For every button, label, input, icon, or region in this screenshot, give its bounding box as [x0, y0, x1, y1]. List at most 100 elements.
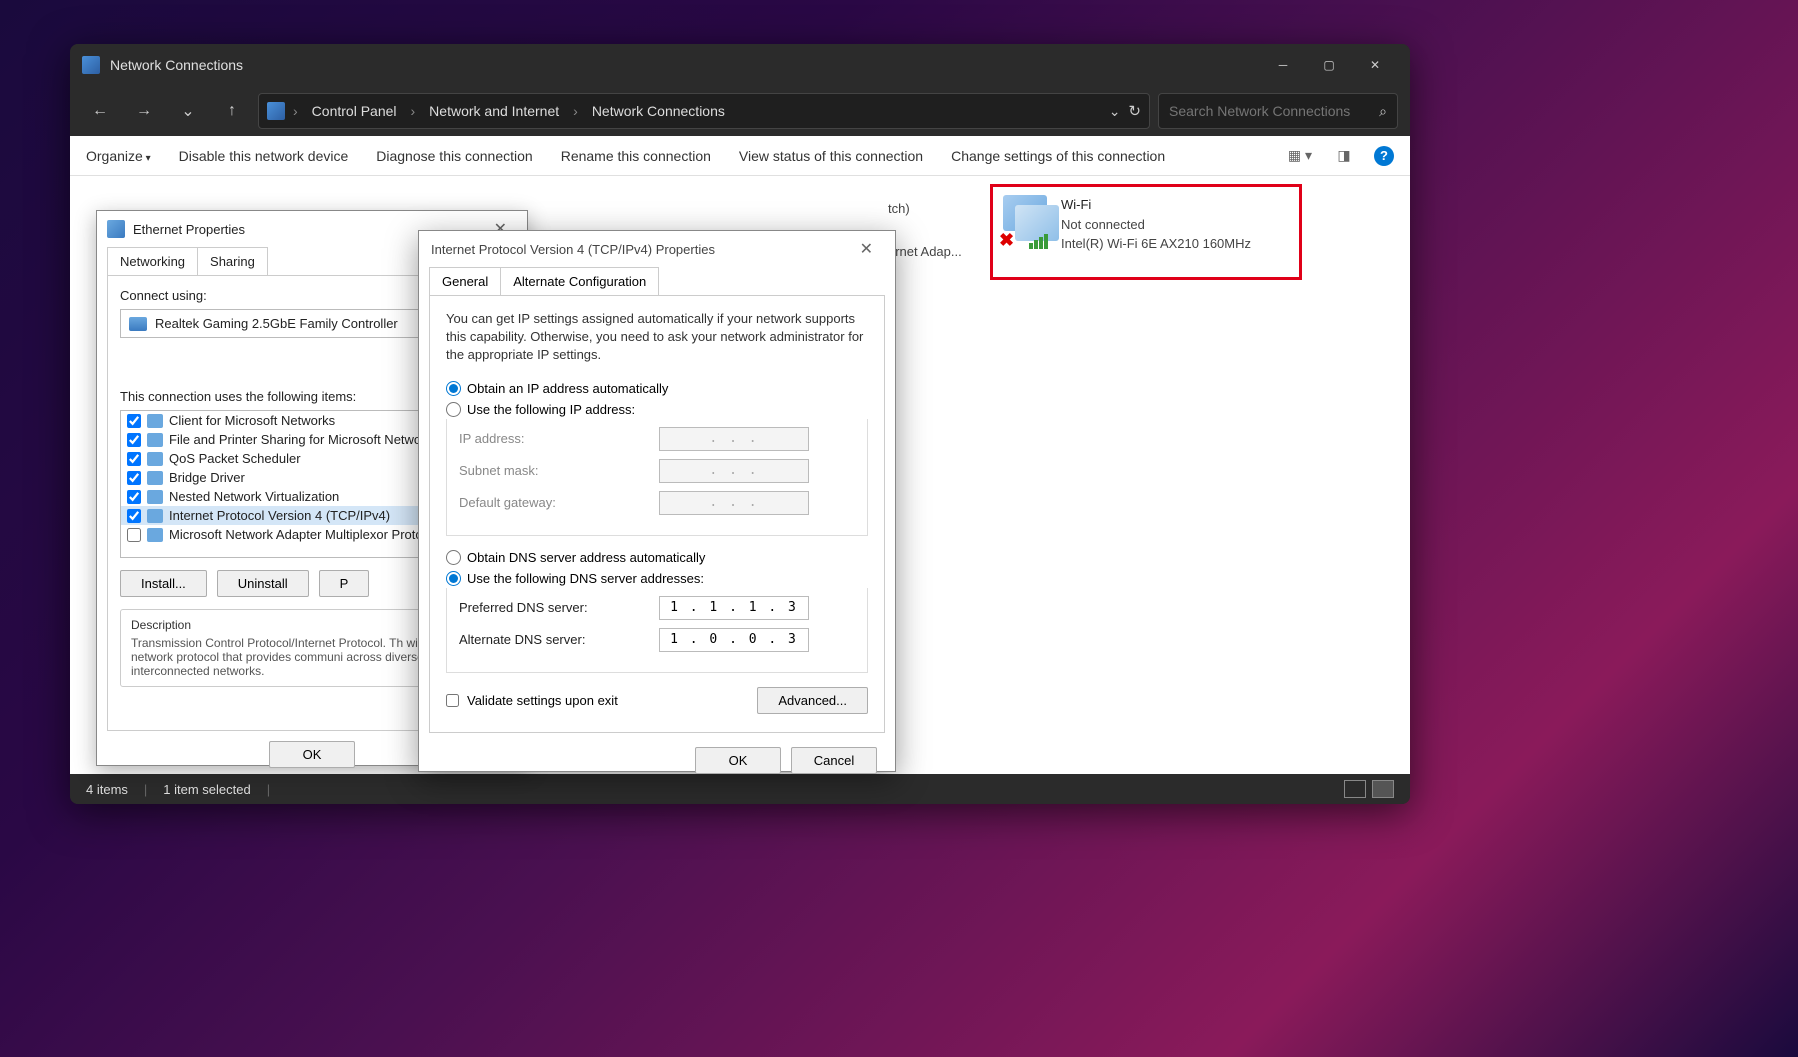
wifi-adapter-item[interactable]: ✖ Wi-Fi Not connected Intel(R) Wi-Fi 6E …: [990, 184, 1302, 280]
chevron-icon: ›: [289, 103, 302, 119]
protocol-icon: [147, 452, 163, 466]
use-dns-radio[interactable]: [446, 571, 461, 586]
protocol-label: QoS Packet Scheduler: [169, 451, 301, 466]
breadcrumb-network-internet[interactable]: Network and Internet: [423, 99, 565, 123]
thumbnails-view-icon[interactable]: [1372, 780, 1394, 798]
preview-pane-icon[interactable]: ◨: [1330, 142, 1358, 170]
tab-alternate-config[interactable]: Alternate Configuration: [500, 267, 659, 295]
validate-checkbox[interactable]: [446, 694, 459, 707]
gateway-label: Default gateway:: [459, 495, 659, 510]
network-icon: [82, 56, 100, 74]
advanced-button[interactable]: Advanced...: [757, 687, 868, 714]
ethernet-icon: [107, 220, 125, 238]
toolbar: Organize Disable this network device Dia…: [70, 136, 1410, 176]
help-icon[interactable]: ?: [1374, 146, 1394, 166]
properties-button[interactable]: P: [319, 570, 370, 597]
alt-dns-input[interactable]: 1 . 0 . 0 . 3: [659, 628, 809, 652]
pref-dns-input[interactable]: 1 . 1 . 1 . 3: [659, 596, 809, 620]
breadcrumb[interactable]: › Control Panel › Network and Internet ›…: [258, 93, 1150, 129]
window-title: Network Connections: [110, 57, 1260, 73]
adapter-name: Realtek Gaming 2.5GbE Family Controller: [155, 316, 398, 331]
obtain-ip-label: Obtain an IP address automatically: [467, 381, 668, 396]
disconnected-x-icon: ✖: [999, 230, 1014, 251]
chevron-icon: ›: [407, 103, 420, 119]
breadcrumb-dropdown-icon[interactable]: ⌄: [1109, 103, 1121, 120]
pref-dns-label: Preferred DNS server:: [459, 600, 659, 615]
protocol-icon: [147, 471, 163, 485]
protocol-icon: [147, 490, 163, 504]
partial-switch-text: tch): [888, 201, 910, 216]
partial-adapter-text: ernet Adap...: [888, 244, 962, 259]
obtain-dns-label: Obtain DNS server address automatically: [467, 550, 705, 565]
item-count: 4 items: [86, 782, 128, 797]
recent-dropdown[interactable]: ⌄: [170, 93, 206, 129]
nic-icon: [129, 317, 147, 331]
ipv4-cancel-button[interactable]: Cancel: [791, 747, 877, 774]
close-button[interactable]: ✕: [1352, 44, 1398, 86]
rename-button[interactable]: Rename this connection: [561, 148, 711, 164]
validate-label: Validate settings upon exit: [467, 693, 618, 708]
wifi-name: Wi-Fi: [1061, 195, 1251, 215]
minimize-button[interactable]: ─: [1260, 44, 1306, 86]
obtain-ip-radio[interactable]: [446, 381, 461, 396]
tab-general[interactable]: General: [429, 267, 501, 295]
eth-ok-button[interactable]: OK: [269, 741, 355, 768]
protocol-icon: [147, 509, 163, 523]
ipv4-titlebar: Internet Protocol Version 4 (TCP/IPv4) P…: [419, 231, 895, 267]
protocol-checkbox[interactable]: [127, 528, 141, 542]
search-icon[interactable]: ⌕: [1379, 103, 1387, 120]
back-button[interactable]: ←: [82, 93, 118, 129]
forward-button[interactable]: →: [126, 93, 162, 129]
protocol-checkbox[interactable]: [127, 414, 141, 428]
view-status-button[interactable]: View status of this connection: [739, 148, 923, 164]
search-input[interactable]: [1169, 103, 1379, 119]
titlebar: Network Connections ─ ▢ ✕: [70, 44, 1410, 86]
protocol-label: Nested Network Virtualization: [169, 489, 339, 504]
protocol-checkbox[interactable]: [127, 490, 141, 504]
obtain-dns-radio[interactable]: [446, 550, 461, 565]
install-button[interactable]: Install...: [120, 570, 207, 597]
ipv4-close-button[interactable]: ✕: [850, 235, 883, 263]
tab-sharing[interactable]: Sharing: [197, 247, 268, 275]
tab-networking[interactable]: Networking: [107, 247, 198, 275]
ip-address-label: IP address:: [459, 431, 659, 446]
change-settings-button[interactable]: Change settings of this connection: [951, 148, 1165, 164]
ipv4-help-text: You can get IP settings assigned automat…: [446, 310, 868, 365]
address-bar: ← → ⌄ ↑ › Control Panel › Network and In…: [70, 86, 1410, 136]
breadcrumb-icon: [267, 102, 285, 120]
uninstall-button[interactable]: Uninstall: [217, 570, 309, 597]
wifi-adapter-label: Intel(R) Wi-Fi 6E AX210 160MHz: [1061, 234, 1251, 254]
protocol-checkbox[interactable]: [127, 433, 141, 447]
wifi-signal-icon: [1029, 234, 1048, 249]
protocol-label: File and Printer Sharing for Microsoft N…: [169, 432, 432, 447]
organize-menu[interactable]: Organize: [86, 148, 151, 164]
breadcrumb-network-connections[interactable]: Network Connections: [586, 99, 731, 123]
protocol-label: Internet Protocol Version 4 (TCP/IPv4): [169, 508, 390, 523]
protocol-icon: [147, 433, 163, 447]
search-box[interactable]: ⌕: [1158, 93, 1398, 129]
refresh-icon[interactable]: ↻: [1128, 102, 1141, 120]
eth-title-text: Ethernet Properties: [133, 222, 245, 237]
breadcrumb-control-panel[interactable]: Control Panel: [306, 99, 403, 123]
protocol-checkbox[interactable]: [127, 471, 141, 485]
alt-dns-label: Alternate DNS server:: [459, 632, 659, 647]
protocol-label: Client for Microsoft Networks: [169, 413, 335, 428]
subnet-label: Subnet mask:: [459, 463, 659, 478]
details-view-icon[interactable]: [1344, 780, 1366, 798]
wifi-status: Not connected: [1061, 215, 1251, 235]
ipv4-ok-button[interactable]: OK: [695, 747, 781, 774]
protocol-checkbox[interactable]: [127, 452, 141, 466]
subnet-input: . . .: [659, 459, 809, 483]
ipv4-title-text: Internet Protocol Version 4 (TCP/IPv4) P…: [431, 242, 715, 257]
disable-device-button[interactable]: Disable this network device: [179, 148, 349, 164]
up-button[interactable]: ↑: [214, 93, 250, 129]
view-options-icon[interactable]: ▦ ▾: [1286, 142, 1314, 170]
ip-address-input: . . .: [659, 427, 809, 451]
maximize-button[interactable]: ▢: [1306, 44, 1352, 86]
diagnose-button[interactable]: Diagnose this connection: [376, 148, 532, 164]
selection-count: 1 item selected: [163, 782, 250, 797]
use-ip-radio[interactable]: [446, 402, 461, 417]
protocol-icon: [147, 528, 163, 542]
protocol-checkbox[interactable]: [127, 509, 141, 523]
use-ip-label: Use the following IP address:: [467, 402, 635, 417]
